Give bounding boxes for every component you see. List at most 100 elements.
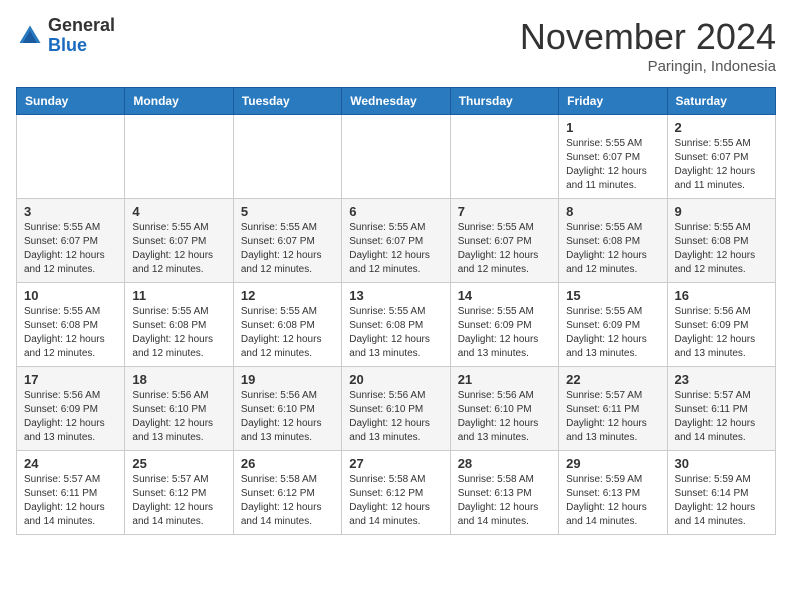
day-info: Sunrise: 5:55 AMSunset: 6:08 PMDaylight:… [24,305,117,361]
day-cell: 27 Sunrise: 5:58 AMSunset: 6:12 PMDayligh… [342,451,450,535]
weekday-header-tuesday: Tuesday [233,88,341,115]
day-info: Sunrise: 5:55 AMSunset: 6:08 PMDaylight:… [241,305,334,361]
day-number: 23 [675,372,768,387]
day-info: Sunrise: 5:56 AMSunset: 6:10 PMDaylight:… [132,389,225,445]
day-info: Sunrise: 5:57 AMSunset: 6:11 PMDaylight:… [566,389,659,445]
day-info: Sunrise: 5:59 AMSunset: 6:14 PMDaylight:… [675,473,768,529]
day-info: Sunrise: 5:55 AMSunset: 6:08 PMDaylight:… [132,305,225,361]
day-info: Sunrise: 5:55 AMSunset: 6:08 PMDaylight:… [675,221,768,277]
day-info: Sunrise: 5:58 AMSunset: 6:12 PMDaylight:… [241,473,334,529]
day-number: 6 [349,204,442,219]
day-info: Sunrise: 5:55 AMSunset: 6:09 PMDaylight:… [566,305,659,361]
day-number: 8 [566,204,659,219]
day-info: Sunrise: 5:55 AMSunset: 6:08 PMDaylight:… [349,305,442,361]
day-number: 28 [458,456,551,471]
day-number: 21 [458,372,551,387]
day-cell: 11 Sunrise: 5:55 AMSunset: 6:08 PMDayligh… [125,283,233,367]
day-info: Sunrise: 5:56 AMSunset: 6:10 PMDaylight:… [458,389,551,445]
day-info: Sunrise: 5:55 AMSunset: 6:07 PMDaylight:… [566,137,659,193]
day-number: 7 [458,204,551,219]
day-cell: 15 Sunrise: 5:55 AMSunset: 6:09 PMDayligh… [559,283,667,367]
day-number: 30 [675,456,768,471]
day-cell: 1 Sunrise: 5:55 AMSunset: 6:07 PMDaylight… [559,115,667,199]
day-cell: 29Sunrise: 5:59 AMSunset: 6:13 PMDayligh… [559,451,667,535]
day-cell: 3 Sunrise: 5:55 AMSunset: 6:07 PMDaylight… [17,199,125,283]
day-number: 10 [24,288,117,303]
day-number: 24 [24,456,117,471]
day-info: Sunrise: 5:55 AMSunset: 6:07 PMDaylight:… [675,137,768,193]
day-number: 20 [349,372,442,387]
day-cell: 26 Sunrise: 5:58 AMSunset: 6:12 PMDayligh… [233,451,341,535]
day-cell [450,115,558,199]
calendar-table: SundayMondayTuesdayWednesdayThursdayFrid… [16,87,776,535]
weekday-header-saturday: Saturday [667,88,775,115]
day-cell: 8 Sunrise: 5:55 AMSunset: 6:08 PMDaylight… [559,199,667,283]
day-number: 11 [132,288,225,303]
day-number: 18 [132,372,225,387]
month-title: November 2024 [520,16,776,58]
day-cell: 4Sunrise: 5:55 AMSunset: 6:07 PMDaylight… [125,199,233,283]
weekday-header-monday: Monday [125,88,233,115]
week-row-2: 3 Sunrise: 5:55 AMSunset: 6:07 PMDaylight… [17,199,776,283]
day-info: Sunrise: 5:57 AMSunset: 6:12 PMDaylight:… [132,473,225,529]
day-number: 14 [458,288,551,303]
day-number: 22 [566,372,659,387]
day-info: Sunrise: 5:57 AMSunset: 6:11 PMDaylight:… [24,473,117,529]
day-info: Sunrise: 5:56 AMSunset: 6:10 PMDaylight:… [349,389,442,445]
day-number: 26 [241,456,334,471]
day-cell [342,115,450,199]
day-info: Sunrise: 5:56 AMSunset: 6:09 PMDaylight:… [675,305,768,361]
week-row-5: 24 Sunrise: 5:57 AMSunset: 6:11 PMDayligh… [17,451,776,535]
day-info: Sunrise: 5:58 AMSunset: 6:13 PMDaylight:… [458,473,551,529]
day-cell: 20 Sunrise: 5:56 AMSunset: 6:10 PMDayligh… [342,367,450,451]
logo-text: General Blue [48,16,115,56]
day-info: Sunrise: 5:57 AMSunset: 6:11 PMDaylight:… [675,389,768,445]
day-cell: 25 Sunrise: 5:57 AMSunset: 6:12 PMDayligh… [125,451,233,535]
day-cell [233,115,341,199]
location: Paringin, Indonesia [520,58,776,75]
day-number: 13 [349,288,442,303]
week-row-4: 17Sunrise: 5:56 AMSunset: 6:09 PMDayligh… [17,367,776,451]
week-row-3: 10 Sunrise: 5:55 AMSunset: 6:08 PMDayligh… [17,283,776,367]
day-cell: 2 Sunrise: 5:55 AMSunset: 6:07 PMDaylight… [667,115,775,199]
day-cell: 14 Sunrise: 5:55 AMSunset: 6:09 PMDayligh… [450,283,558,367]
weekday-header-wednesday: Wednesday [342,88,450,115]
day-number: 12 [241,288,334,303]
day-cell [17,115,125,199]
day-cell: 30 Sunrise: 5:59 AMSunset: 6:14 PMDayligh… [667,451,775,535]
day-cell: 23 Sunrise: 5:57 AMSunset: 6:11 PMDayligh… [667,367,775,451]
title-area: November 2024 Paringin, Indonesia [520,16,776,75]
day-info: Sunrise: 5:55 AMSunset: 6:07 PMDaylight:… [24,221,117,277]
day-info: Sunrise: 5:56 AMSunset: 6:10 PMDaylight:… [241,389,334,445]
day-number: 1 [566,120,659,135]
weekday-header-row: SundayMondayTuesdayWednesdayThursdayFrid… [17,88,776,115]
week-row-1: 1 Sunrise: 5:55 AMSunset: 6:07 PMDaylight… [17,115,776,199]
day-number: 3 [24,204,117,219]
day-info: Sunrise: 5:55 AMSunset: 6:08 PMDaylight:… [566,221,659,277]
day-number: 25 [132,456,225,471]
weekday-header-sunday: Sunday [17,88,125,115]
day-number: 5 [241,204,334,219]
day-cell: 18 Sunrise: 5:56 AMSunset: 6:10 PMDayligh… [125,367,233,451]
day-number: 15 [566,288,659,303]
day-info: Sunrise: 5:59 AMSunset: 6:13 PMDaylight:… [566,473,659,529]
day-number: 27 [349,456,442,471]
day-cell: 10 Sunrise: 5:55 AMSunset: 6:08 PMDayligh… [17,283,125,367]
day-cell: 5 Sunrise: 5:55 AMSunset: 6:07 PMDaylight… [233,199,341,283]
day-cell: 24 Sunrise: 5:57 AMSunset: 6:11 PMDayligh… [17,451,125,535]
day-cell: 16Sunrise: 5:56 AMSunset: 6:09 PMDayligh… [667,283,775,367]
day-cell: 21 Sunrise: 5:56 AMSunset: 6:10 PMDayligh… [450,367,558,451]
day-info: Sunrise: 5:55 AMSunset: 6:07 PMDaylight:… [241,221,334,277]
page-header: General Blue November 2024 Paringin, Ind… [16,16,776,75]
logo-icon [16,22,44,50]
weekday-header-thursday: Thursday [450,88,558,115]
day-number: 2 [675,120,768,135]
day-number: 19 [241,372,334,387]
day-info: Sunrise: 5:55 AMSunset: 6:07 PMDaylight:… [349,221,442,277]
day-info: Sunrise: 5:58 AMSunset: 6:12 PMDaylight:… [349,473,442,529]
day-number: 9 [675,204,768,219]
day-info: Sunrise: 5:55 AMSunset: 6:09 PMDaylight:… [458,305,551,361]
day-cell: 19 Sunrise: 5:56 AMSunset: 6:10 PMDayligh… [233,367,341,451]
day-cell: 12 Sunrise: 5:55 AMSunset: 6:08 PMDayligh… [233,283,341,367]
day-cell: 9 Sunrise: 5:55 AMSunset: 6:08 PMDaylight… [667,199,775,283]
